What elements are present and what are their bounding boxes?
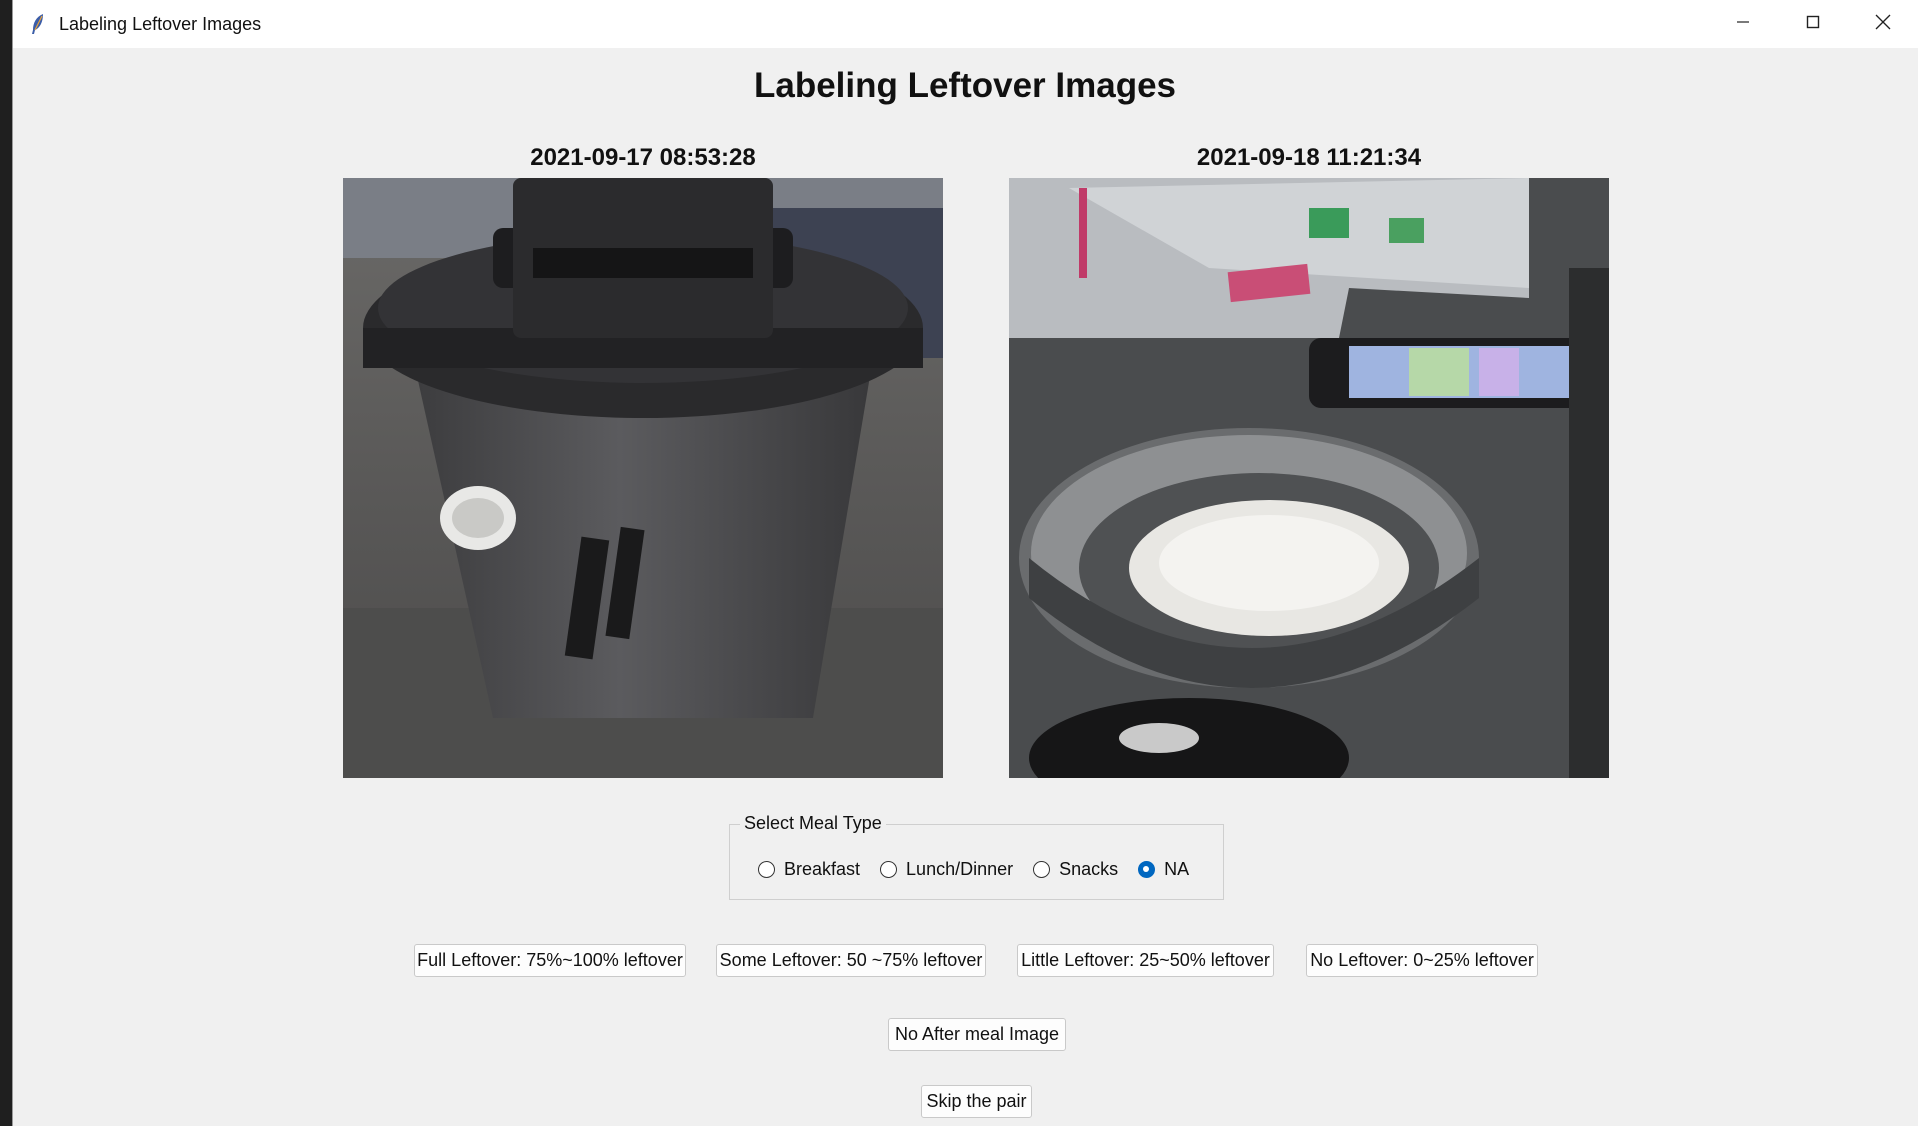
radio-indicator-selected[interactable]: [1138, 861, 1156, 878]
maximize-button[interactable]: [1778, 0, 1848, 48]
before-image-timestamp: 2021-09-17 08:53:28: [530, 144, 756, 171]
radio-label-lunch-dinner: Lunch/Dinner: [906, 859, 1014, 879]
little-leftover-button[interactable]: Little Leftover: 25~50% leftover: [1017, 944, 1274, 977]
radio-label-snacks: Snacks: [1059, 859, 1119, 879]
radio-label-breakfast: Breakfast: [784, 859, 861, 879]
radio-indicator[interactable]: [880, 861, 898, 878]
after-meal-photo: [1009, 178, 1609, 778]
close-button[interactable]: [1848, 0, 1918, 48]
desktop-background: [0, 0, 12, 1126]
no-leftover-button[interactable]: No Leftover: 0~25% leftover: [1306, 944, 1538, 977]
radio-na[interactable]: NA: [1138, 859, 1189, 880]
minimize-icon: [1736, 15, 1750, 34]
window-title: Labeling Leftover Images: [59, 13, 262, 34]
radio-indicator[interactable]: [758, 861, 775, 878]
before-image-panel: 2021-09-17 08:53:28: [343, 142, 943, 778]
radio-lunch-dinner[interactable]: Lunch/Dinner: [880, 859, 1013, 880]
radio-indicator[interactable]: [1033, 861, 1051, 878]
radio-breakfast[interactable]: Breakfast: [758, 859, 860, 880]
some-leftover-button[interactable]: Some Leftover: 50 ~75% leftover: [716, 944, 986, 977]
full-leftover-button[interactable]: Full Leftover: 75%~100% leftover: [414, 944, 686, 977]
skip-pair-button[interactable]: Skip the pair: [921, 1085, 1032, 1118]
window-controls: [1708, 0, 1918, 48]
after-image-timestamp: 2021-09-18 11:21:34: [1196, 144, 1422, 171]
radio-label-na: NA: [1164, 859, 1190, 879]
after-image-panel: 2021-09-18 11:21:34: [1009, 142, 1609, 778]
minimize-button[interactable]: [1708, 0, 1778, 48]
meal-type-legend: Select Meal Type: [740, 813, 886, 834]
app-window: Labeling Leftover Images Labeling Leftov…: [12, 0, 1918, 1126]
close-icon: [1875, 14, 1891, 35]
title-bar[interactable]: Labeling Leftover Images: [13, 0, 1918, 48]
radio-snacks[interactable]: Snacks: [1033, 859, 1118, 880]
maximize-icon: [1806, 15, 1820, 34]
feather-icon: [27, 12, 49, 36]
no-after-meal-image-button[interactable]: No After meal Image: [888, 1018, 1066, 1051]
meal-type-group: Select Meal Type Breakfast Lunch/Dinner …: [729, 813, 1224, 900]
meal-type-options: Breakfast Lunch/Dinner Snacks NA: [758, 859, 1209, 880]
before-meal-photo: [343, 178, 943, 778]
page-title: Labeling Leftover Images: [753, 66, 1177, 105]
